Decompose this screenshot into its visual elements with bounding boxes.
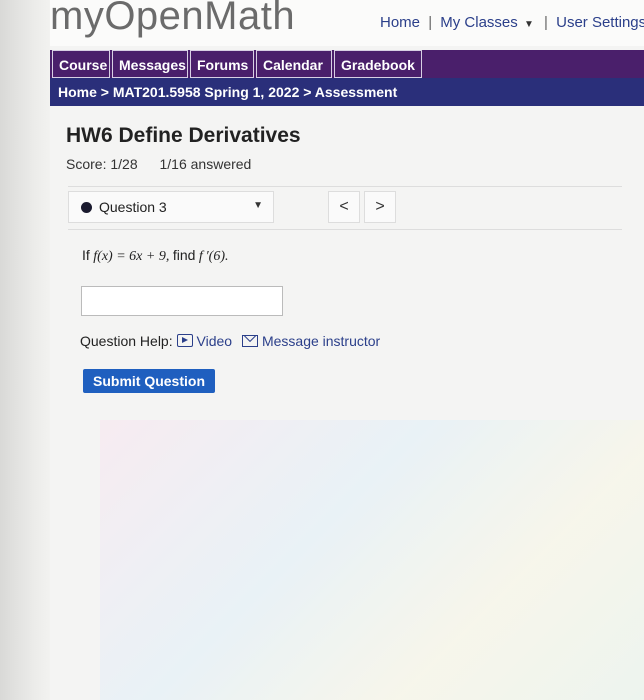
envelope-icon: [241, 335, 258, 347]
question-target: f ′(6).: [198, 249, 229, 264]
page-title: HW6 Define Derivatives: [66, 124, 301, 147]
next-question-button[interactable]: >: [364, 191, 396, 223]
chevron-down-icon: ▼: [253, 200, 263, 211]
score-value: Score: 1/28: [66, 156, 138, 172]
question-expression: f(x) = 6x + 9,: [93, 249, 170, 264]
question-select[interactable]: Question 3 ▼: [68, 191, 274, 223]
user-settings-link[interactable]: User Settings: [556, 14, 644, 31]
video-link-label: Video: [196, 333, 233, 349]
message-instructor-label: Message instructor: [261, 333, 381, 349]
breadcrumb: Home > MAT201.5958 Spring 1, 2022 > Asse…: [50, 78, 644, 106]
score-line: Score: 1/28 1/16 answered: [66, 156, 251, 172]
breadcrumb-text[interactable]: Home > MAT201.5958 Spring 1, 2022 > Asse…: [58, 84, 397, 100]
screen-moire-overlay: [100, 420, 644, 700]
menu-item-gradebook[interactable]: Gradebook: [334, 50, 422, 78]
chevron-down-icon[interactable]: ▼: [524, 19, 534, 30]
menu-item-course[interactable]: Course: [52, 50, 110, 78]
prev-question-button[interactable]: <: [328, 191, 360, 223]
screen-bezel: [0, 0, 50, 700]
menu-item-forums[interactable]: Forums: [190, 50, 254, 78]
nav-separator: |: [428, 14, 433, 31]
submit-question-button[interactable]: Submit Question: [83, 369, 215, 393]
home-link[interactable]: Home: [380, 14, 420, 31]
menu-item-messages[interactable]: Messages: [112, 50, 188, 78]
question-select-label: Question 3: [99, 199, 167, 215]
top-nav: Home | My Classes ▼ | User Settings: [380, 14, 644, 31]
my-classes-link[interactable]: My Classes: [440, 14, 518, 31]
page: myOpenMath Home | My Classes ▼ | User Se…: [50, 0, 644, 700]
video-link[interactable]: Video: [176, 333, 236, 349]
course-menu-bar: Course Messages Forums Calendar Gradeboo…: [50, 50, 644, 78]
site-logo[interactable]: myOpenMath: [50, 0, 295, 39]
video-icon: [176, 334, 193, 347]
top-header: myOpenMath Home | My Classes ▼ | User Se…: [50, 0, 644, 46]
question-text: If f(x) = 6x + 9, find f ′(6).: [82, 247, 229, 265]
question-nav: Question 3 ▼ < >: [68, 186, 622, 230]
question-help: Question Help: Video Message instructor: [80, 333, 380, 349]
question-status-dot-icon: [81, 202, 92, 213]
menu-item-calendar[interactable]: Calendar: [256, 50, 332, 78]
help-label: Question Help:: [80, 333, 173, 349]
question-mid: find: [172, 247, 196, 263]
answer-input[interactable]: [81, 286, 283, 316]
question-prefix: If: [82, 247, 90, 263]
message-instructor-link[interactable]: Message instructor: [241, 333, 381, 349]
nav-separator: |: [544, 14, 548, 31]
answered-count: 1/16 answered: [159, 156, 252, 172]
